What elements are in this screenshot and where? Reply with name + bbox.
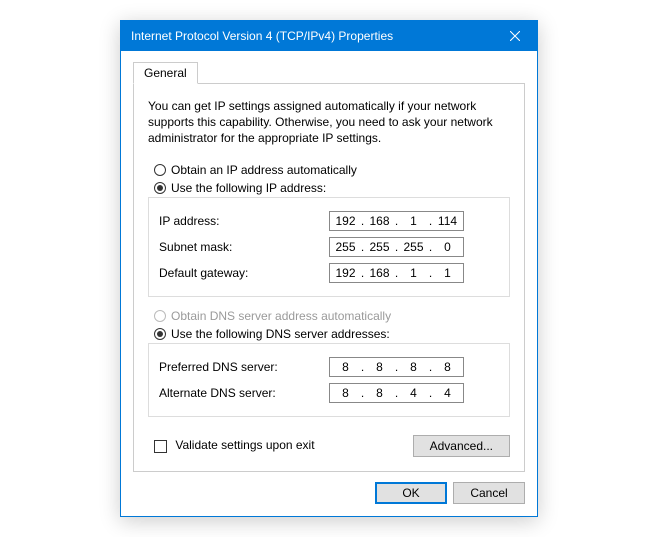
- dialog-buttons: OK Cancel: [133, 472, 525, 504]
- ip-address-label: IP address:: [159, 214, 329, 228]
- radio-dns-auto-label: Obtain DNS server address automatically: [171, 309, 391, 323]
- cancel-button[interactable]: Cancel: [453, 482, 525, 504]
- ip-address-input[interactable]: 192.168.1.114: [329, 211, 464, 231]
- alternate-dns-label: Alternate DNS server:: [159, 386, 329, 400]
- ok-button[interactable]: OK: [375, 482, 447, 504]
- validate-checkbox-row[interactable]: Validate settings upon exit: [154, 438, 315, 452]
- dns-group: Preferred DNS server: 8.8.8.8 Alternate …: [148, 343, 510, 417]
- field-alternate-dns: Alternate DNS server: 8.8.4.4: [159, 380, 499, 406]
- dialog-window: Internet Protocol Version 4 (TCP/IPv4) P…: [120, 20, 538, 517]
- radio-dns-manual[interactable]: Use the following DNS server addresses:: [148, 325, 510, 343]
- radio-ip-auto-label: Obtain an IP address automatically: [171, 163, 357, 177]
- radio-ip-manual-label: Use the following IP address:: [171, 181, 326, 195]
- intro-text: You can get IP settings assigned automat…: [148, 98, 510, 147]
- preferred-dns-label: Preferred DNS server:: [159, 360, 329, 374]
- close-button[interactable]: [492, 21, 537, 51]
- radio-dns-auto: Obtain DNS server address automatically: [148, 307, 510, 325]
- checkbox-icon: [154, 440, 167, 453]
- field-default-gateway: Default gateway: 192.168.1.1: [159, 260, 499, 286]
- dialog-content: General You can get IP settings assigned…: [121, 51, 537, 516]
- radio-icon-disabled: [154, 310, 166, 322]
- radio-ip-manual[interactable]: Use the following IP address:: [148, 179, 510, 197]
- tab-general[interactable]: General: [133, 62, 198, 84]
- preferred-dns-input[interactable]: 8.8.8.8: [329, 357, 464, 377]
- field-ip-address: IP address: 192.168.1.114: [159, 208, 499, 234]
- default-gateway-input[interactable]: 192.168.1.1: [329, 263, 464, 283]
- default-gateway-label: Default gateway:: [159, 266, 329, 280]
- radio-ip-auto[interactable]: Obtain an IP address automatically: [148, 161, 510, 179]
- alternate-dns-input[interactable]: 8.8.4.4: [329, 383, 464, 403]
- titlebar: Internet Protocol Version 4 (TCP/IPv4) P…: [121, 21, 537, 51]
- footer-row: Validate settings upon exit Advanced...: [148, 427, 510, 457]
- ip-group: IP address: 192.168.1.114 Subnet mask: 2…: [148, 197, 510, 297]
- subnet-mask-input[interactable]: 255.255.255.0: [329, 237, 464, 257]
- field-subnet-mask: Subnet mask: 255.255.255.0: [159, 234, 499, 260]
- radio-icon-selected: [154, 182, 166, 194]
- radio-dns-manual-label: Use the following DNS server addresses:: [171, 327, 390, 341]
- field-preferred-dns: Preferred DNS server: 8.8.8.8: [159, 354, 499, 380]
- advanced-button[interactable]: Advanced...: [413, 435, 510, 457]
- tab-strip: General: [133, 62, 525, 84]
- close-icon: [510, 31, 520, 41]
- radio-icon-selected: [154, 328, 166, 340]
- window-title: Internet Protocol Version 4 (TCP/IPv4) P…: [131, 29, 492, 43]
- radio-icon: [154, 164, 166, 176]
- subnet-mask-label: Subnet mask:: [159, 240, 329, 254]
- tab-panel-general: You can get IP settings assigned automat…: [133, 83, 525, 472]
- validate-label: Validate settings upon exit: [175, 438, 314, 452]
